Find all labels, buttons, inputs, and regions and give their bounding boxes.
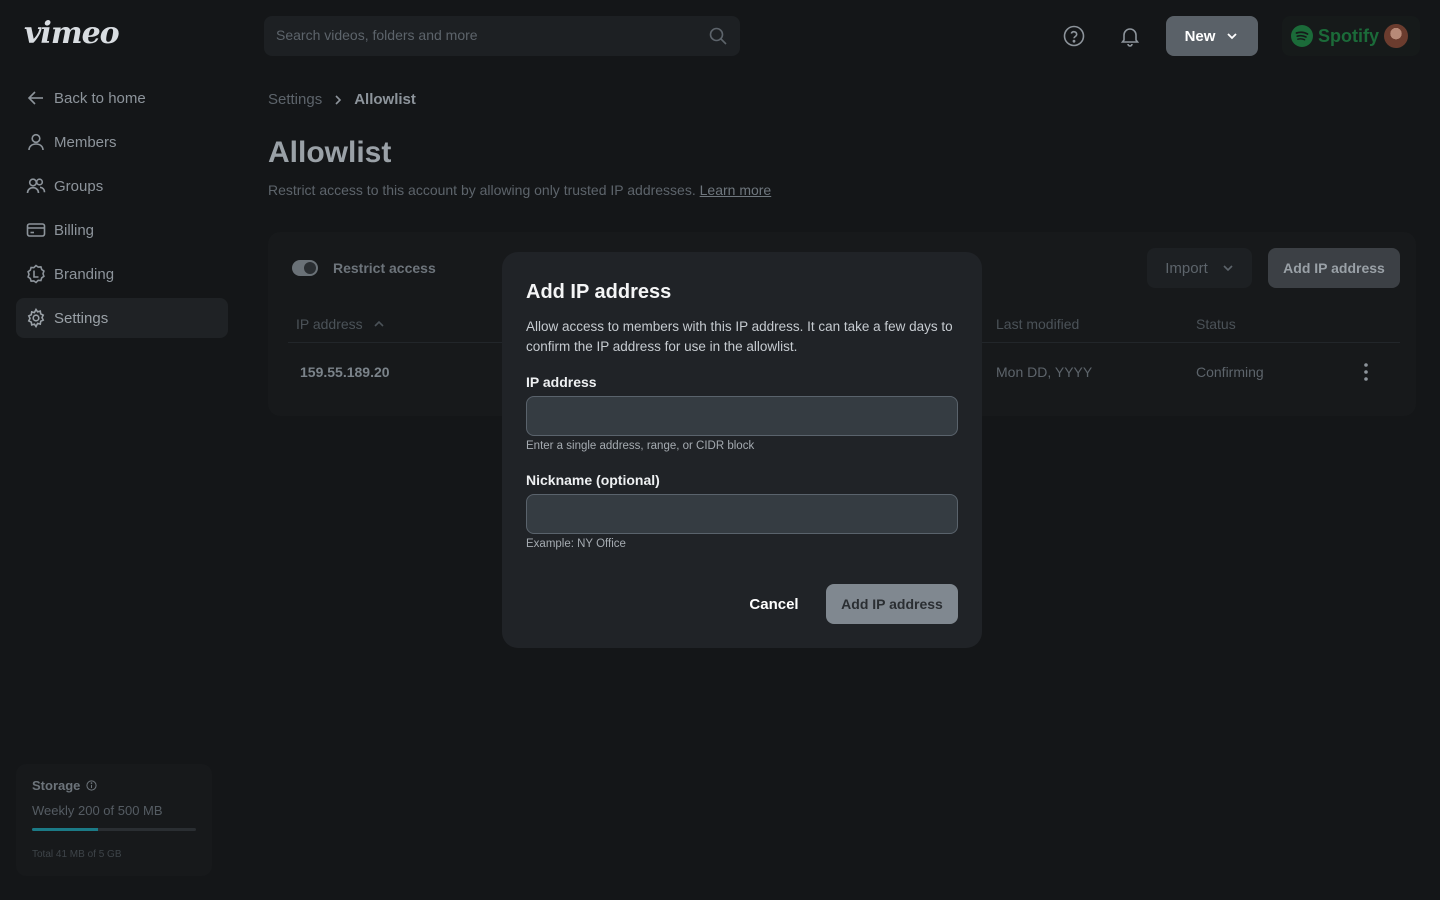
column-header-status[interactable]: Status [1196,316,1236,332]
page-subtitle-text: Restrict access to this account by allow… [268,182,696,198]
vimeo-logo[interactable]: vimeo [24,16,120,51]
breadcrumb-current: Allowlist [354,91,416,108]
nickname-help: Example: NY Office [526,538,626,550]
column-header-ip-address[interactable]: IP address [296,316,385,332]
import-button-label: Import [1165,259,1208,277]
ip-address-help: Enter a single address, range, or CIDR b… [526,440,755,452]
sidebar-item-settings[interactable]: Settings [16,298,228,338]
avatar[interactable] [1384,24,1408,48]
storage-progress-bar [32,828,196,831]
sidebar-item-back-to-home[interactable]: Back to home [16,78,228,118]
chevron-down-icon [1227,33,1238,40]
sidebar: Back to home Members Groups Billing Bran… [0,72,244,900]
team-switcher[interactable]: Spotify [1282,16,1420,56]
info-icon[interactable] [86,780,97,791]
add-ip-address-dialog: Add IP address Allow access to members w… [502,252,982,648]
spotify-logo-icon [1291,25,1313,47]
storage-total: Total 41 MB of 5 GB [32,849,122,860]
sidebar-item-groups[interactable]: Groups [16,166,228,206]
dialog-description: Allow access to members with this IP add… [526,319,953,354]
chevron-right-icon [335,94,342,105]
sidebar-item-members[interactable]: Members [16,122,228,162]
add-ip-address-button[interactable]: Add IP address [1268,248,1400,288]
submit-add-ip-button[interactable]: Add IP address [826,584,958,624]
page-subtitle: Restrict access to this account by allow… [268,182,771,198]
storage-progress-fill [32,828,98,831]
more-options-icon[interactable] [1360,362,1372,382]
sidebar-item-label: Groups [54,177,104,195]
arrow-left-icon [27,91,43,105]
column-header-last-modified[interactable]: Last modified [996,316,1079,332]
chevron-down-icon [1223,265,1233,272]
team-name: Spotify [1318,25,1379,46]
table-cell-ip: 159.55.189.20 [300,364,390,380]
new-button[interactable]: New [1166,16,1258,56]
sidebar-item-label: Members [54,133,117,151]
search-bar[interactable]: Search videos, folders and more [264,16,740,56]
new-button-label: New [1184,27,1216,45]
breadcrumb: Settings Allowlist [268,91,416,108]
ip-address-label: IP address [526,374,597,390]
search-icon[interactable] [708,26,728,46]
nickname-label: Nickname (optional) [526,472,660,488]
restrict-access-label: Restrict access [333,260,436,276]
sidebar-item-billing[interactable]: Billing [16,210,228,250]
sidebar-item-label: Settings [54,309,109,327]
sidebar-item-branding[interactable]: Branding [16,254,228,294]
sort-ascending-icon [374,320,384,327]
breadcrumb-settings[interactable]: Settings [268,91,322,108]
dialog-title: Add IP address [526,281,672,303]
branding-icon [27,264,45,284]
help-icon[interactable] [1062,24,1086,48]
search-placeholder: Search videos, folders and more [276,27,478,43]
sidebar-item-label: Billing [54,221,95,239]
sidebar-item-label: Back to home [54,89,146,107]
credit-card-icon [26,223,46,237]
page-title: Allowlist [268,136,392,169]
user-icon [28,133,44,151]
storage-weekly: Weekly 200 of 500 MB [32,803,163,818]
import-button[interactable]: Import [1147,248,1252,288]
top-bar: vimeo Search videos, folders and more Ne… [0,0,1440,72]
ip-address-input[interactable] [526,396,958,436]
gear-icon [27,308,45,328]
users-icon [26,178,46,194]
learn-more-link[interactable]: Learn more [700,182,772,198]
bell-icon[interactable] [1118,24,1142,48]
nickname-input[interactable] [526,494,958,534]
storage-panel: Storage Weekly 200 of 500 MB Total 41 MB… [16,764,212,876]
table-cell-last-modified: Mon DD, YYYY [996,364,1093,380]
table-cell-status: Confirming [1196,364,1264,380]
cancel-button[interactable]: Cancel [734,584,814,624]
storage-title: Storage [32,778,196,793]
restrict-access-toggle[interactable] [292,260,318,276]
sidebar-item-label: Branding [54,265,115,283]
